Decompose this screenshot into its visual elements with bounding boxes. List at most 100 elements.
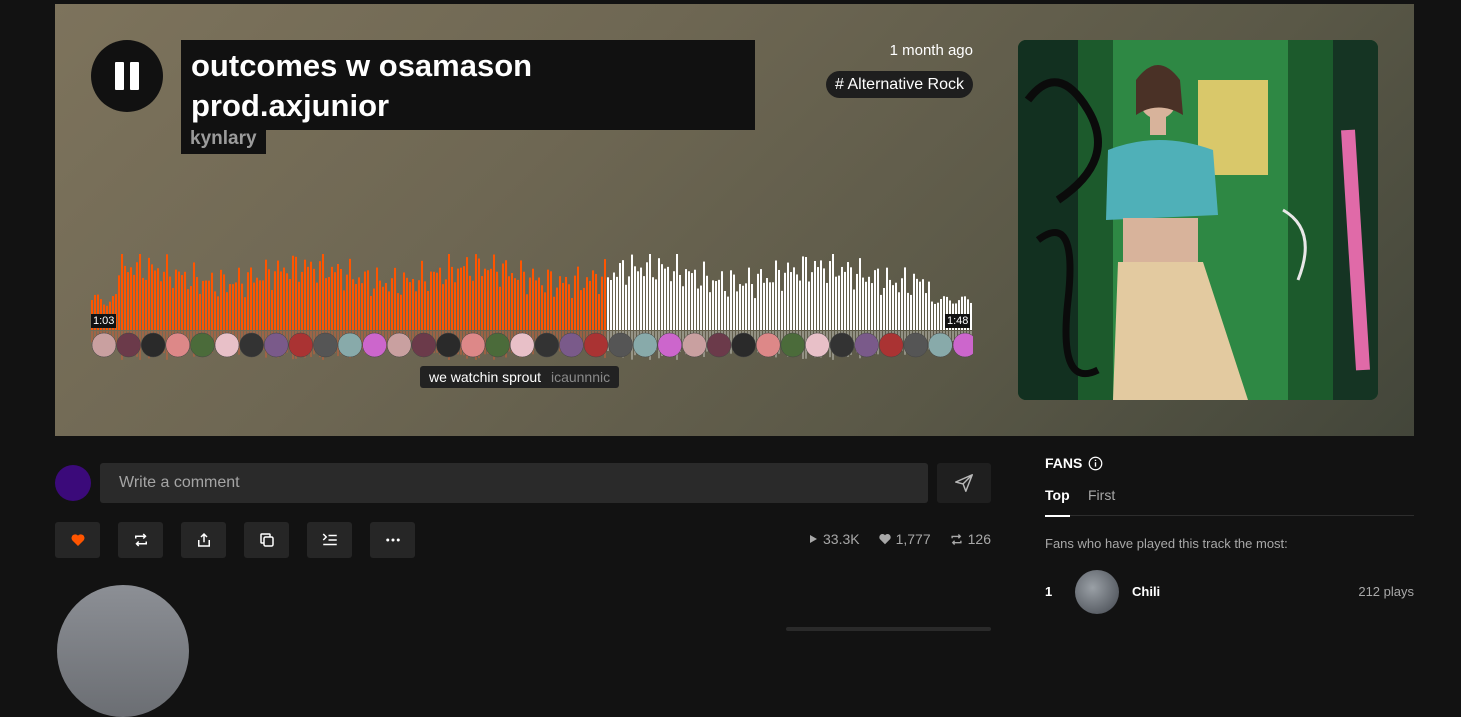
waveform-bar [742, 285, 744, 330]
comment-avatar[interactable] [91, 332, 117, 358]
waveform-bar [262, 280, 264, 330]
fan-row[interactable]: 1 Chili 212 plays [1045, 570, 1414, 614]
comment-avatar[interactable] [534, 332, 560, 358]
artist-link[interactable]: kynlary [181, 126, 266, 154]
comment-avatar[interactable] [509, 332, 535, 358]
like-button[interactable] [55, 522, 100, 558]
comment-avatar[interactable] [411, 332, 437, 358]
comment-avatar[interactable] [559, 332, 584, 358]
waveform-bar [502, 263, 504, 330]
comment-avatar[interactable] [239, 332, 264, 358]
comment-avatar[interactable] [140, 332, 166, 358]
comment-avatar[interactable] [780, 332, 806, 358]
comment-avatar[interactable] [632, 332, 658, 358]
waveform-bar [898, 292, 900, 330]
comment-avatar[interactable] [165, 332, 191, 358]
comment-avatar[interactable] [755, 332, 781, 358]
waveform-bar [583, 287, 585, 330]
comment-avatar[interactable] [190, 332, 215, 358]
comment-avatar[interactable] [460, 332, 486, 358]
waveform[interactable] [91, 252, 973, 360]
waveform-bar [754, 298, 756, 330]
waveform-bar [397, 293, 399, 330]
pause-button[interactable] [91, 40, 163, 112]
waveform-bar [385, 283, 387, 330]
timed-comment[interactable]: we watchin sprout icaunnnic [420, 366, 620, 388]
waveform-bar [880, 294, 882, 330]
waveform-bar [706, 275, 708, 330]
waveform-bar [127, 272, 129, 330]
waveform-bar [403, 272, 405, 330]
waveform-bar [505, 260, 507, 330]
comment-avatar[interactable] [214, 332, 240, 358]
waveform-bar [232, 284, 234, 330]
comment-avatar[interactable] [682, 332, 707, 358]
comment-avatar[interactable] [313, 332, 338, 358]
comment-avatar[interactable] [362, 332, 387, 358]
comment-avatar[interactable] [608, 332, 633, 358]
waveform-bar [391, 278, 393, 330]
comment-avatar[interactable] [485, 332, 510, 358]
comment-avatar[interactable] [878, 332, 904, 358]
waveform-bar [760, 269, 762, 330]
comment-avatar[interactable] [263, 332, 289, 358]
comment-avatar[interactable] [657, 332, 683, 358]
comment-avatar[interactable] [928, 332, 953, 358]
waveform-bar [721, 271, 723, 330]
repost-button[interactable] [118, 522, 163, 558]
waveform-bar [781, 290, 783, 330]
comment-input[interactable] [100, 463, 928, 503]
info-icon[interactable] [1088, 456, 1103, 471]
waveform-bar [136, 262, 138, 330]
waveform-bar [382, 286, 384, 330]
heart-icon [70, 534, 85, 546]
artist-avatar[interactable] [57, 585, 189, 717]
add-to-queue-button[interactable] [307, 522, 352, 558]
comment-avatar[interactable] [116, 332, 141, 358]
waveform-bar [835, 276, 837, 330]
waveform-bar [907, 292, 909, 330]
waveform-bar [541, 285, 543, 330]
waveform-bar [784, 272, 786, 330]
waveform-bar [802, 256, 804, 330]
comment-avatar[interactable] [583, 332, 609, 358]
waveform-bar [535, 280, 537, 330]
likes-stat[interactable]: 1,777 [878, 531, 931, 547]
timed-comment-text: we watchin sprout [429, 369, 542, 385]
share-button[interactable] [181, 522, 226, 558]
tab-first[interactable]: First [1088, 487, 1115, 515]
scrollbar[interactable] [786, 627, 991, 631]
copy-link-button[interactable] [244, 522, 289, 558]
comment-avatar[interactable] [436, 332, 461, 358]
comment-avatar[interactable] [731, 332, 756, 358]
comment-avatar[interactable] [805, 332, 830, 358]
fan-name[interactable]: Chili [1132, 584, 1160, 599]
waveform-bar [616, 276, 618, 330]
comment-avatar[interactable] [706, 332, 732, 358]
reposts-stat[interactable]: 126 [949, 531, 991, 547]
waveform-bar [475, 254, 477, 330]
track-title[interactable]: outcomes w osamason prod.axjunior [181, 40, 755, 130]
likes-count: 1,777 [895, 531, 931, 547]
tab-top[interactable]: Top [1045, 487, 1070, 517]
comment-avatar[interactable] [829, 332, 855, 358]
comment-avatar[interactable] [288, 332, 314, 358]
genre-tag[interactable]: # Alternative Rock [826, 71, 973, 98]
waveform-bar [823, 268, 825, 330]
fan-avatar[interactable] [1075, 570, 1119, 614]
waveform-bar [247, 272, 249, 330]
comment-avatar[interactable] [337, 332, 363, 358]
comment-avatar[interactable] [903, 332, 929, 358]
more-button[interactable] [370, 522, 415, 558]
comment-avatar[interactable] [854, 332, 879, 358]
waveform-bar [904, 267, 906, 330]
comment-avatar[interactable] [386, 332, 412, 358]
timed-comment-user[interactable]: icaunnnic [551, 369, 610, 385]
send-comment-button[interactable] [937, 463, 991, 503]
waveform-bar [871, 283, 873, 330]
waveform-bar [520, 260, 522, 330]
waveform-bar [133, 274, 135, 330]
waveform-bar [202, 280, 204, 330]
waveform-bar [688, 271, 690, 330]
waveform-bar [460, 267, 462, 330]
